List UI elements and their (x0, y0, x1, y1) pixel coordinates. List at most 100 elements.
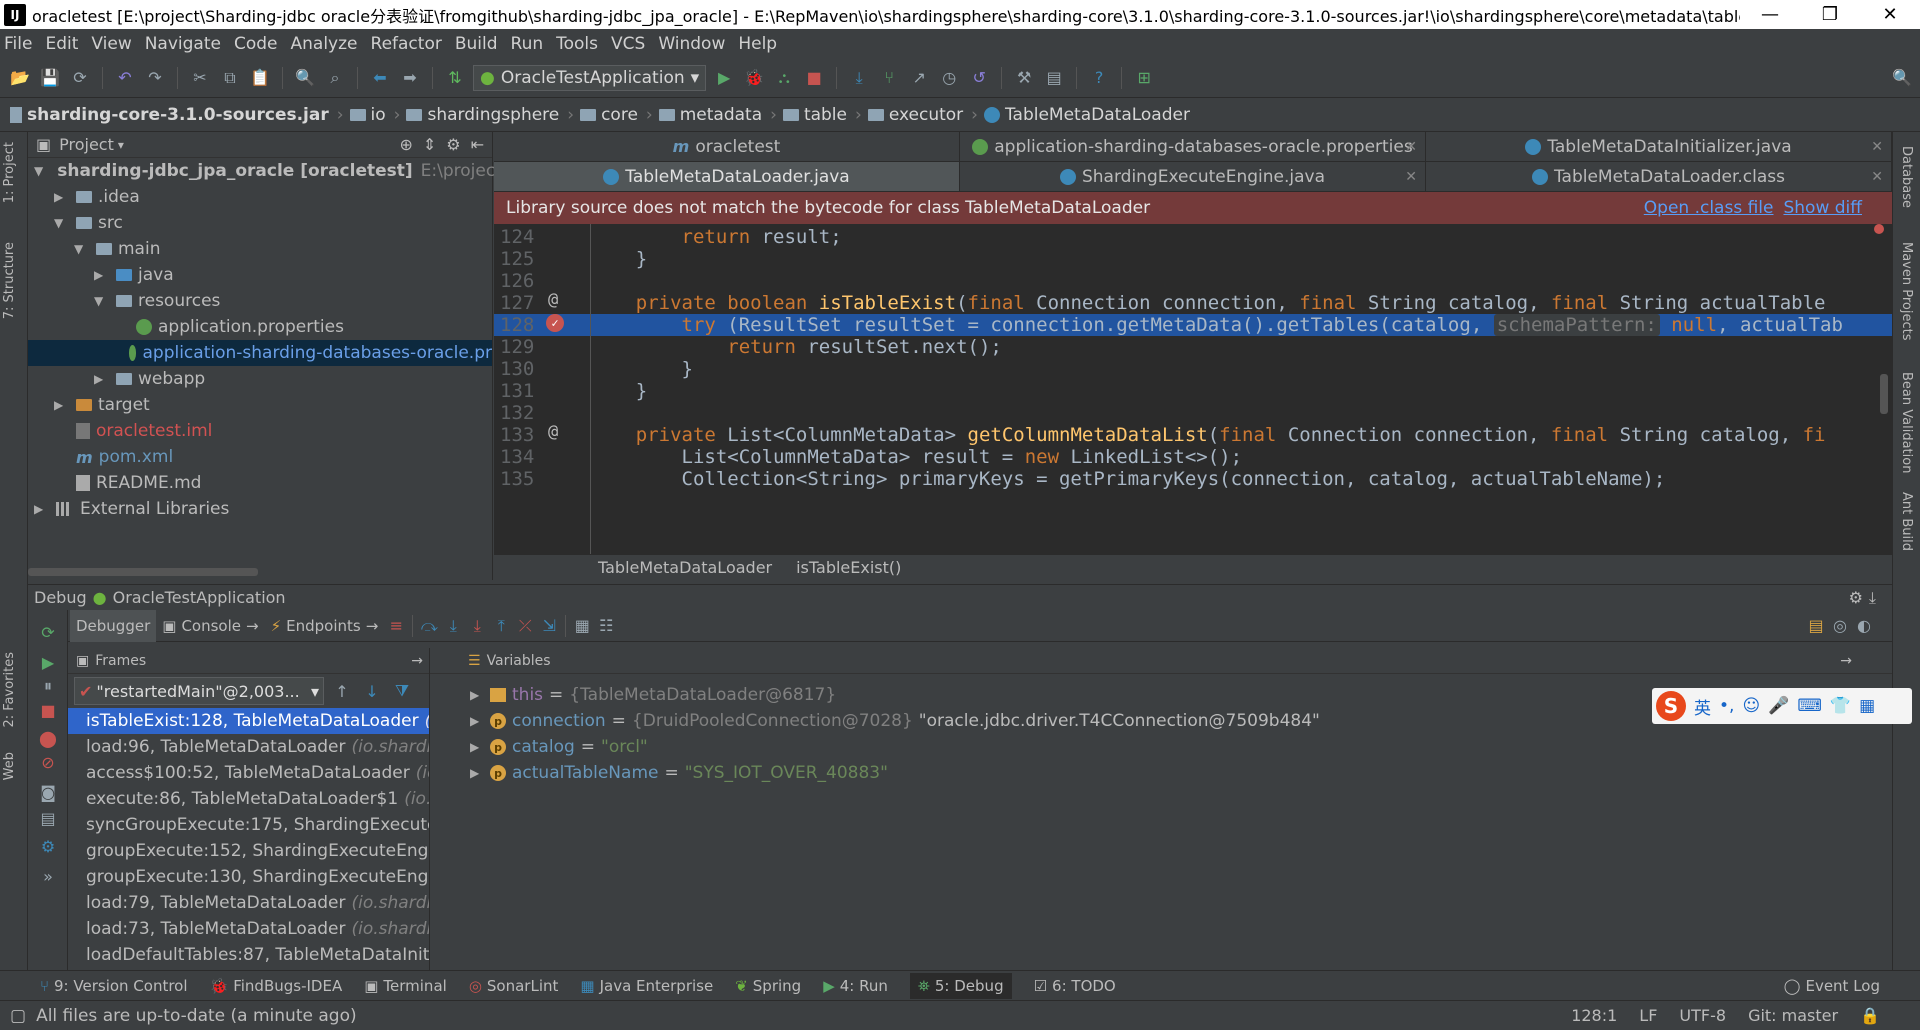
close-icon[interactable]: ✕ (1871, 139, 1883, 155)
copy-icon[interactable]: ⧉ (218, 66, 242, 90)
settings-icon[interactable]: ⚙ (36, 834, 60, 858)
structure-side-tab[interactable]: 7: Structure (2, 242, 17, 319)
tree-node[interactable]: README.md (28, 470, 492, 496)
undo-icon[interactable]: ↶ (113, 66, 137, 90)
tool-window-9-version-control[interactable]: ⑂ 9: Version Control (40, 977, 188, 995)
chevron-down-icon[interactable]: ▼ (34, 164, 43, 178)
forward-icon[interactable]: ➡ (398, 66, 422, 90)
code-line[interactable]: 132 (494, 402, 1892, 424)
stop-icon[interactable]: ■ (36, 698, 60, 722)
caret-position[interactable]: 128:1 (1571, 1006, 1617, 1025)
horizontal-scrollbar[interactable] (28, 568, 258, 576)
project-panel-title[interactable]: Project (59, 135, 114, 154)
editor-tab[interactable]: TableMetaDataLoader.java (494, 162, 960, 191)
git-branch[interactable]: Git: master (1748, 1006, 1838, 1025)
bean-validation-side-tab[interactable]: Bean Validation (1899, 372, 1914, 473)
menu-analyze[interactable]: Analyze (291, 34, 358, 54)
step-over-icon[interactable]: ⤼ (417, 614, 441, 638)
chevron-right-icon[interactable]: ▶ (470, 740, 490, 754)
tree-node[interactable]: ▶ .idea (28, 184, 492, 210)
breadcrumb-item[interactable]: shardingsphere (406, 105, 559, 125)
breadcrumb-item[interactable]: TableMetaDataLoader (983, 105, 1190, 125)
code-line[interactable]: 124 return result; (494, 226, 1892, 248)
chevron-right-icon[interactable]: ▶ (54, 398, 68, 412)
replace-icon[interactable]: ⌕ (323, 66, 347, 90)
breadcrumb-item[interactable]: io (349, 105, 386, 125)
tool-window-findbugs-idea[interactable]: 🐞 FindBugs-IDEA (210, 977, 343, 995)
code-line[interactable]: 127 @ private boolean isTableExist(final … (494, 290, 1892, 315)
code-line[interactable]: 130 } (494, 358, 1892, 380)
stop-icon[interactable]: ■ (802, 66, 826, 90)
previous-frame-icon[interactable]: ↑ (330, 679, 354, 703)
menu-run[interactable]: Run (511, 34, 544, 54)
vcs-update-icon[interactable]: ⤓ (847, 66, 871, 90)
minimize-button[interactable]: — (1740, 4, 1800, 25)
editor-tab[interactable]: ShardingExecuteEngine.java ✕ (960, 162, 1426, 191)
tab-console[interactable]: ▣ Console → (156, 610, 264, 642)
back-icon[interactable]: ⬅ (368, 66, 392, 90)
coverage-icon[interactable]: ⛬ (772, 66, 796, 90)
tool-window-5-debug[interactable]: ⛯ 5: Debug (909, 972, 1012, 999)
step-into-icon[interactable]: ⤓ (441, 614, 465, 638)
ime-voice-icon[interactable]: 🎤 (1768, 696, 1789, 716)
tree-node[interactable]: ▶ java (28, 262, 492, 288)
ime-toolbar[interactable]: S 英 •, ☺ 🎤 ⌨ 👕 ▦ (1652, 688, 1912, 724)
search-everywhere-icon[interactable]: 🔍 (1890, 66, 1914, 90)
editor-tab[interactable]: m oracletest (494, 132, 960, 161)
code-line[interactable]: 133 @ private List<ColumnMetaData> getCol… (494, 422, 1892, 447)
chevron-right-icon[interactable]: ▶ (94, 268, 108, 282)
thread-select[interactable]: ✔ "restartedMain"@2,003... ▾ (74, 677, 324, 705)
favorites-side-tab[interactable]: 2: Favorites (2, 652, 17, 728)
gutter[interactable] (544, 466, 590, 493)
tree-node[interactable]: ▼ sharding-jdbc_jpa_oracle [oracletest] E:… (28, 158, 556, 184)
menu-tools[interactable]: Tools (556, 34, 598, 54)
menu-view[interactable]: View (91, 34, 131, 54)
tree-node[interactable]: ▼ main (28, 236, 492, 262)
stack-frame[interactable]: isTableExist:128, TableMetaDataLoader (io… (68, 708, 429, 734)
variable-row[interactable]: ▶ this = {TableMetaDataLoader@6817} (470, 682, 836, 708)
code-line[interactable]: 126 (494, 270, 1892, 292)
chevron-right-icon[interactable]: ▶ (34, 502, 48, 516)
chevron-down-icon[interactable]: ▼ (94, 294, 108, 308)
restore-layout-icon[interactable]: ▤ (36, 806, 60, 830)
view-breakpoints-icon[interactable]: ⬤ (36, 726, 60, 750)
tree-node[interactable]: ▼ resources (28, 288, 492, 314)
menu-help[interactable]: Help (738, 34, 777, 54)
vcs-compare-icon[interactable]: ↗ (907, 66, 931, 90)
close-button[interactable]: ✕ (1860, 4, 1920, 25)
editor-breadcrumb-method[interactable]: isTableExist() (796, 558, 901, 577)
breakpoint-icon[interactable]: ✓ (546, 313, 564, 332)
show-diff-link[interactable]: Show diff (1783, 198, 1862, 218)
stack-frame[interactable]: syncGroupExecute:175, ShardingExecuteEng… (68, 812, 429, 838)
gear-icon[interactable]: ⚙ (446, 135, 460, 154)
editor-tab[interactable]: application-sharding-databases-oracle.pr… (960, 132, 1426, 161)
chevron-right-icon[interactable]: ▶ (470, 714, 490, 728)
stack-frame[interactable]: execute:86, TableMetaDataLoader$1(io.sha… (68, 786, 429, 812)
chevron-right-icon[interactable]: ▶ (54, 190, 68, 204)
chevron-down-icon[interactable]: ▼ (74, 242, 88, 256)
chevron-right-icon[interactable]: ▶ (470, 766, 490, 780)
paste-icon[interactable]: 📋 (248, 66, 272, 90)
breadcrumb-item[interactable]: executor (867, 105, 963, 125)
tree-node[interactable]: ▼ src (28, 210, 492, 236)
code-line[interactable]: 134 List<ColumnMetaData> result = new Li… (494, 446, 1892, 468)
code-line[interactable]: 125 } (494, 248, 1892, 270)
chevron-right-icon[interactable]: ▶ (470, 688, 490, 702)
settings-icon[interactable]: ⚒ (1012, 66, 1036, 90)
override-icon[interactable]: @ (548, 422, 558, 442)
stack-frame[interactable]: load:79, TableMetaDataLoader(io.sharding… (68, 890, 429, 916)
vcs-revert-icon[interactable]: ↺ (967, 66, 991, 90)
restore-layout-icon[interactable]: ▤ (1804, 614, 1828, 638)
evaluate-expression-icon[interactable]: ▦ (570, 614, 594, 638)
scroll-from-source-icon[interactable]: ⊕ (399, 135, 412, 154)
run-to-cursor-icon[interactable]: ⇲ (537, 614, 561, 638)
pin-icon[interactable]: → (1840, 653, 1852, 669)
ime-keyboard-icon[interactable]: ⌨ (1797, 696, 1822, 716)
editor-breadcrumb-class[interactable]: TableMetaDataLoader (598, 558, 772, 577)
find-icon[interactable]: 🔍 (293, 66, 317, 90)
ime-punct-icon[interactable]: •, (1719, 696, 1734, 716)
tool-window-java-enterprise[interactable]: ▦ Java Enterprise (580, 977, 713, 995)
hide-panel-icon[interactable]: ⤓ (1869, 588, 1876, 608)
close-icon[interactable]: ✕ (1871, 169, 1883, 185)
project-side-tab[interactable]: 1: Project (2, 142, 17, 203)
